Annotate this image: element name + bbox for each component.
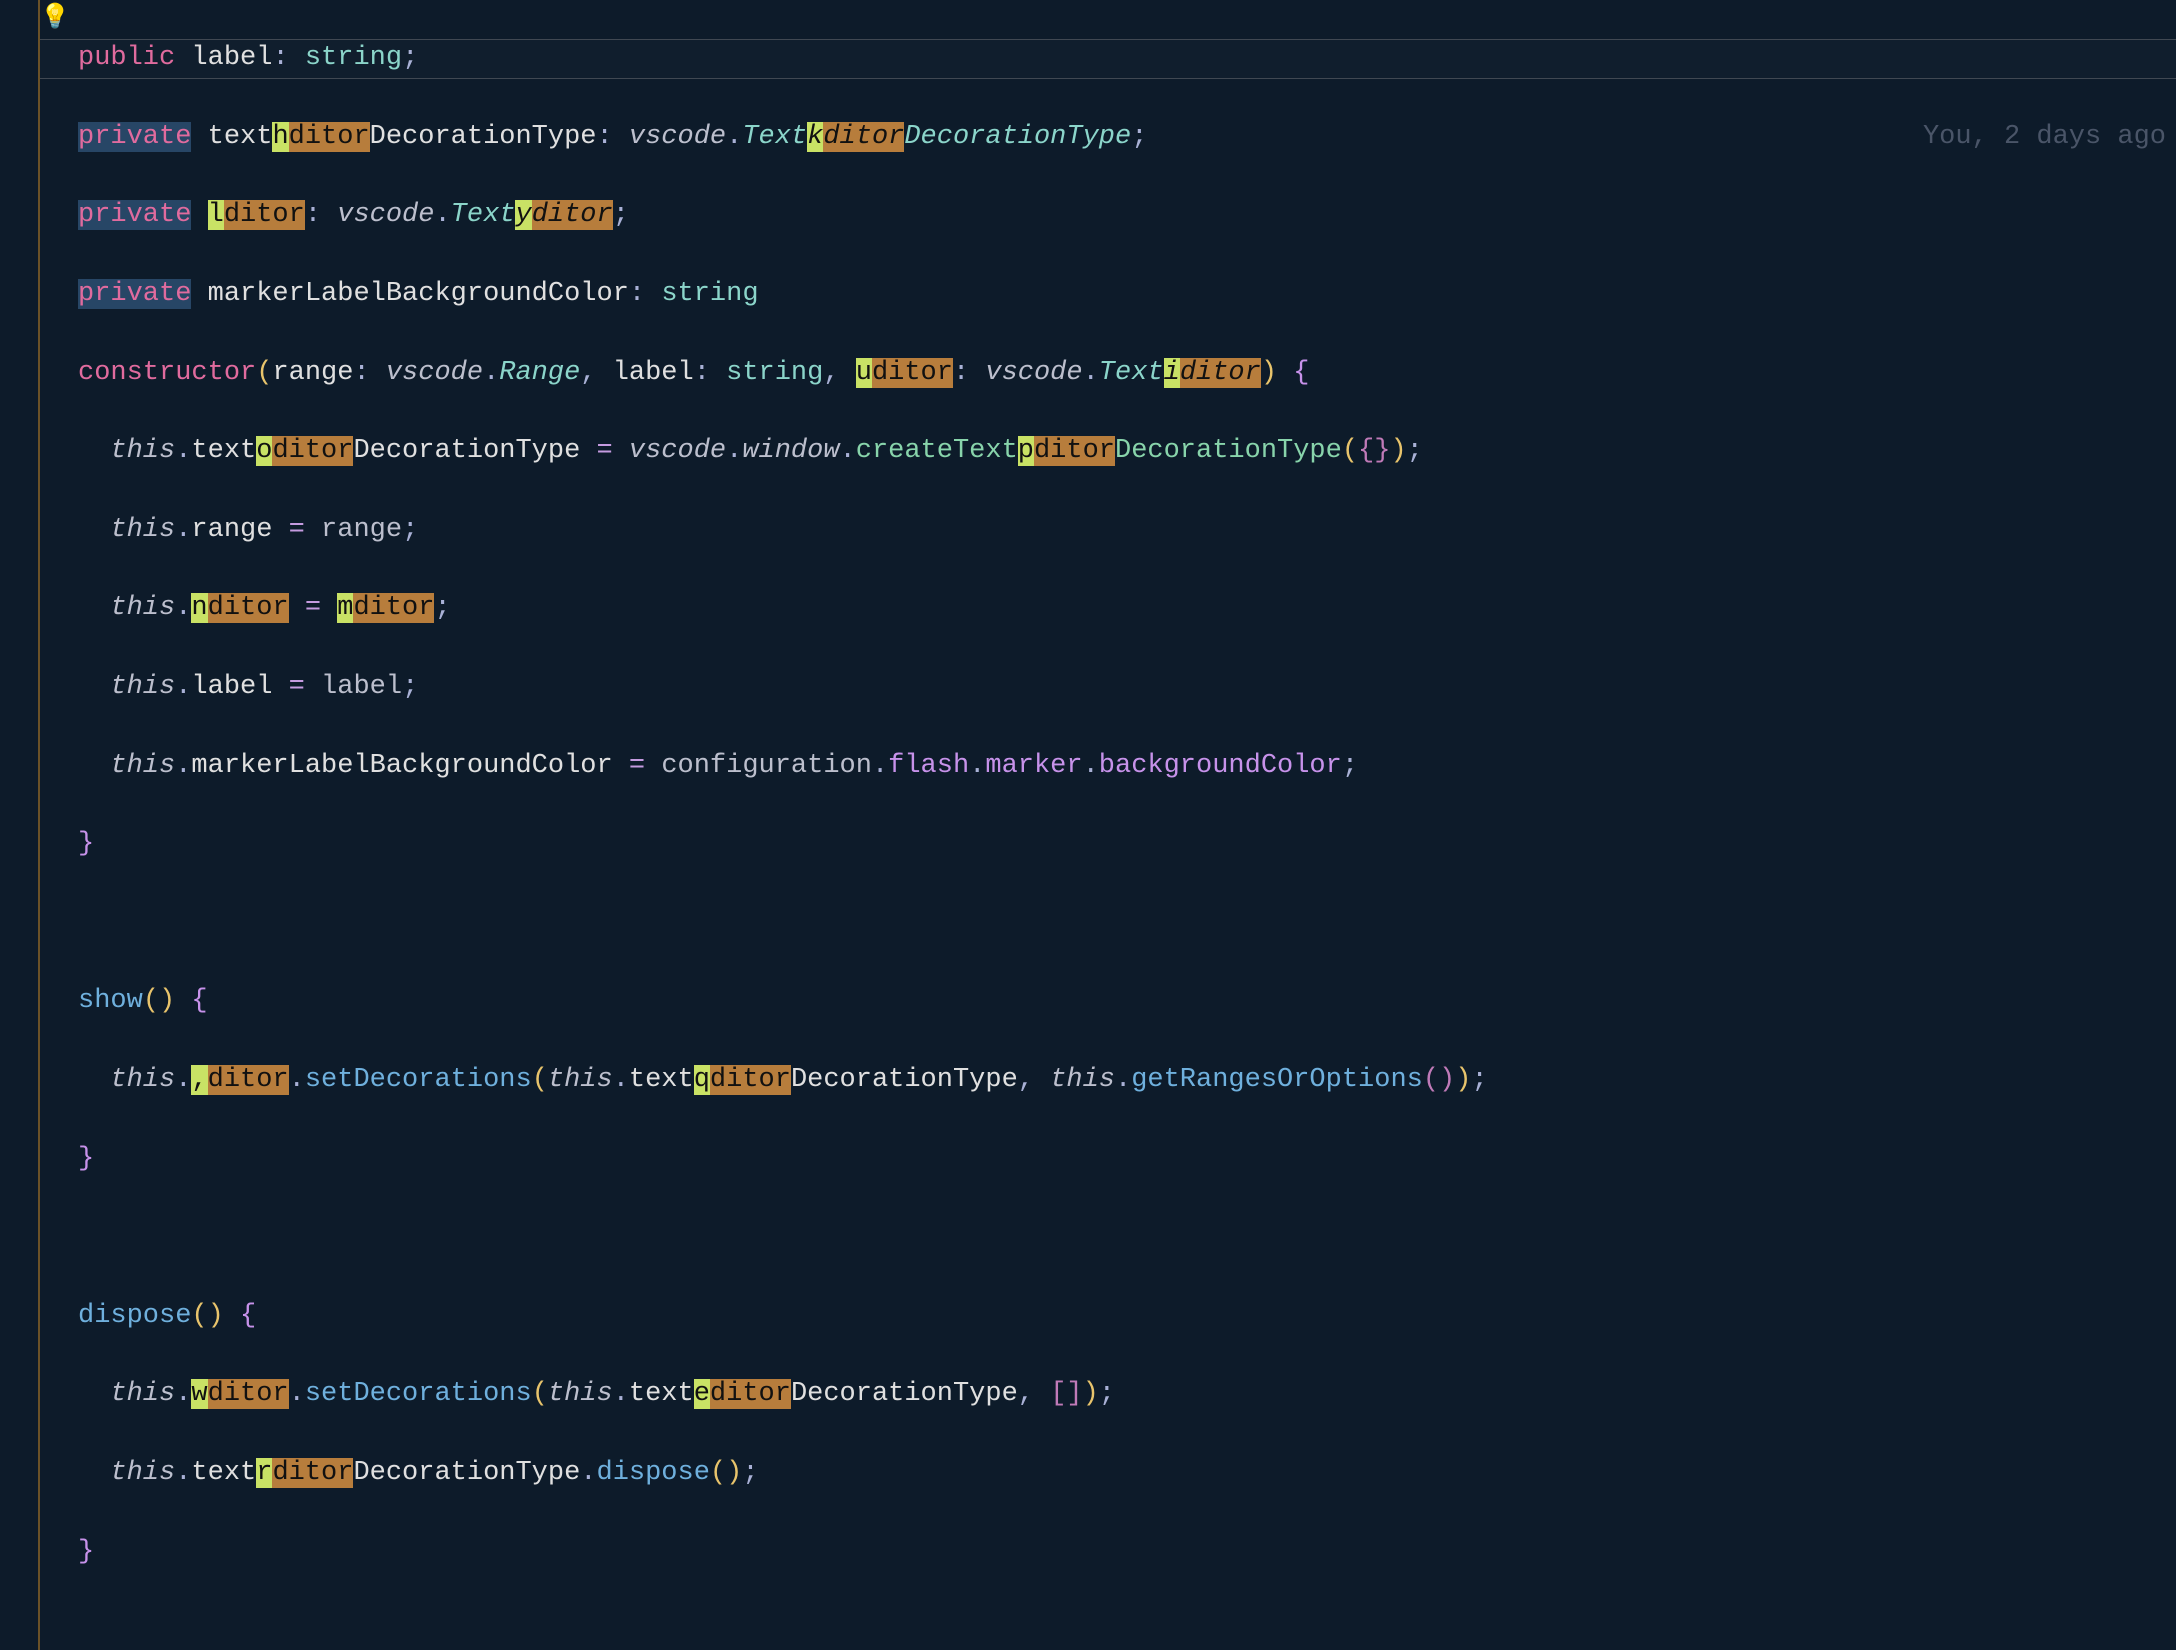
code-line[interactable]: private markerLabelBackgroundColor: stri… xyxy=(78,275,2176,314)
keyword-constructor: constructor xyxy=(78,358,256,388)
code-line[interactable]: this.range = range; xyxy=(78,511,2176,550)
jump-marker-m[interactable]: mditor xyxy=(337,593,434,623)
code-line[interactable]: constructor(range: vscode.Range, label: … xyxy=(78,354,2176,393)
code-editor[interactable]: 💡 public label: string; private texthdit… xyxy=(0,0,2176,1650)
jump-marker-k[interactable]: kditor xyxy=(807,122,904,152)
jump-marker-n[interactable]: nditor xyxy=(191,593,288,623)
code-line[interactable]: this.label = label; xyxy=(78,668,2176,707)
type-string: string xyxy=(305,43,402,73)
jump-marker-e[interactable]: editor xyxy=(694,1379,791,1409)
jump-marker-q[interactable]: qditor xyxy=(694,1065,791,1095)
code-line[interactable]: this.textrditorDecorationType.dispose(); xyxy=(78,1454,2176,1493)
code-line[interactable]: dispose() { xyxy=(78,1297,2176,1336)
jump-marker-l[interactable]: lditor xyxy=(208,200,305,230)
code-line[interactable]: this.,ditor.setDecorations(this.textqdit… xyxy=(78,1061,2176,1100)
code-line[interactable]: this.wditor.setDecorations(this.textedit… xyxy=(78,1375,2176,1414)
code-content[interactable]: public label: string; private texthditor… xyxy=(0,0,2176,1650)
method-dispose: dispose xyxy=(78,1301,191,1331)
code-line[interactable] xyxy=(78,904,2176,943)
ident-label: label xyxy=(191,43,272,73)
jump-marker-h[interactable]: hditor xyxy=(272,122,369,152)
code-line[interactable]: this.nditor = mditor; xyxy=(78,589,2176,628)
code-line[interactable] xyxy=(78,1218,2176,1257)
jump-marker-w[interactable]: wditor xyxy=(191,1379,288,1409)
jump-marker-i[interactable]: iditor xyxy=(1164,358,1261,388)
jump-marker-r[interactable]: rditor xyxy=(256,1458,353,1488)
method-show: show xyxy=(78,986,143,1016)
keyword-public: public xyxy=(78,43,175,73)
code-line[interactable]: show() { xyxy=(78,982,2176,1021)
git-blame-annotation: You, 2 days ago xyxy=(1923,118,2166,157)
editor-gutter xyxy=(0,0,40,1650)
code-line[interactable]: private lditor: vscode.Textyditor; xyxy=(78,196,2176,235)
code-line[interactable]: this.markerLabelBackgroundColor = config… xyxy=(78,747,2176,786)
lightbulb-icon[interactable]: 💡 xyxy=(40,2,70,32)
jump-marker-o[interactable]: oditor xyxy=(256,436,353,466)
jump-marker-y[interactable]: yditor xyxy=(515,200,612,230)
keyword-private: private xyxy=(78,279,191,309)
keyword-private: private xyxy=(78,122,191,152)
code-line[interactable]: } xyxy=(78,1533,2176,1572)
keyword-private: private xyxy=(78,200,191,230)
jump-marker-u[interactable]: uditor xyxy=(856,358,953,388)
code-line[interactable]: this.textoditorDecorationType = vscode.w… xyxy=(78,432,2176,471)
code-line[interactable]: private texthditorDecorationType: vscode… xyxy=(78,118,2176,157)
jump-marker-p[interactable]: pditor xyxy=(1018,436,1115,466)
jump-marker-comma[interactable]: ,ditor xyxy=(191,1065,288,1095)
code-line[interactable]: } xyxy=(78,825,2176,864)
code-line[interactable]: public label: string; xyxy=(78,39,2176,78)
